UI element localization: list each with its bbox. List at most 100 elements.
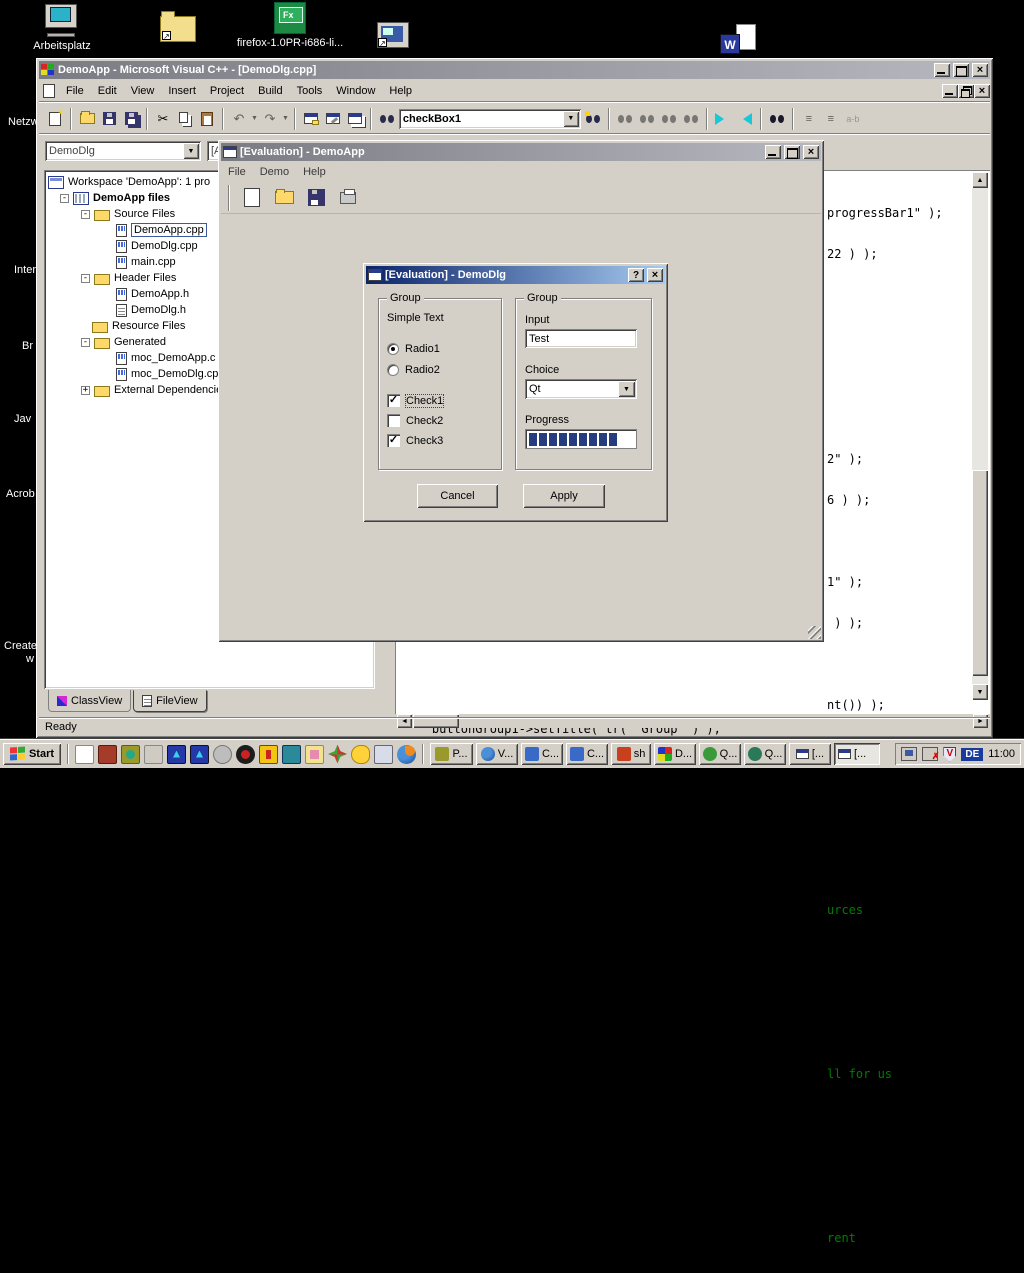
desktop-label-create2[interactable]: w (26, 653, 34, 665)
choice-combobox[interactable]: Qt ▼ (525, 379, 637, 399)
find-combo[interactable]: checkBox1 ▼ (399, 109, 581, 129)
checkbox-checked-icon[interactable]: ✓ (387, 434, 400, 447)
radio-on-icon[interactable] (387, 343, 399, 355)
taskbar-button-8[interactable]: Q... (744, 743, 786, 765)
copy-button[interactable] (175, 109, 195, 129)
checkbox-check3[interactable]: ✓ Check3 (387, 434, 443, 447)
checkbox-checked-icon[interactable]: ✓ (387, 394, 400, 407)
tab-fileview[interactable]: FileView (133, 690, 206, 712)
ab-compare-button[interactable]: a-b (843, 109, 863, 129)
desktop-label-create[interactable]: Create (4, 640, 37, 652)
apply-button[interactable]: Apply (523, 484, 605, 508)
eval-print-button[interactable] (335, 185, 361, 211)
outdent-button[interactable]: ≡ (821, 109, 841, 129)
class-combo-dropdown-button[interactable]: ▼ (183, 143, 199, 159)
ql-editor-icon[interactable] (75, 745, 94, 764)
desktop-label-java[interactable]: Jav (14, 413, 31, 425)
taskbar-button-1[interactable]: P... (430, 743, 473, 765)
collapse-icon[interactable]: - (81, 338, 90, 347)
help-button[interactable]: ? (628, 268, 644, 282)
radio-radio2[interactable]: Radio2 (387, 364, 440, 376)
eval-titlebar[interactable]: [Evaluation] - DemoApp × (221, 143, 821, 161)
vscroll-thumb[interactable] (972, 470, 988, 676)
offline-computer-icon[interactable]: ✗ (922, 747, 938, 761)
bookmark-button-4[interactable] (681, 109, 701, 129)
dialog-close-button[interactable]: × (647, 268, 663, 282)
eval-open-button[interactable] (271, 185, 297, 211)
taskbar-button-7[interactable]: Q... (699, 743, 741, 765)
eval-menu-file[interactable]: File (221, 164, 253, 180)
ql-clock-icon[interactable] (121, 745, 140, 764)
menu-window[interactable]: Window (329, 83, 382, 99)
search-wizard-button[interactable] (583, 109, 603, 129)
checkbox-check2[interactable]: Check2 (387, 414, 443, 427)
start-button[interactable]: Start (3, 743, 61, 765)
scroll-down-icon[interactable]: ▼ (972, 684, 988, 700)
next-reference-button[interactable] (713, 109, 733, 129)
desktop-icon-display[interactable]: ↗ (377, 22, 413, 54)
eval-maximize-button[interactable] (784, 145, 800, 159)
ql-wine-icon[interactable] (259, 745, 278, 764)
paste-button[interactable] (197, 109, 217, 129)
expand-icon[interactable]: + (81, 386, 90, 395)
output-pane-button[interactable] (323, 109, 343, 129)
minimize-button[interactable] (934, 63, 950, 77)
checkbox-check1[interactable]: ✓ Check1 (387, 394, 443, 407)
ql-ie-icon[interactable] (213, 745, 232, 764)
network-computers-icon[interactable] (901, 747, 917, 761)
ql-kde2-icon[interactable] (190, 745, 209, 764)
bookmark-button-1[interactable] (615, 109, 635, 129)
desktop-icon-folder[interactable]: ↗ (160, 16, 198, 48)
windows-cascade-button[interactable] (345, 109, 365, 129)
ql-paint-icon[interactable] (305, 745, 324, 764)
find-combo-dropdown-button[interactable]: ▼ (563, 111, 579, 127)
menu-build[interactable]: Build (251, 83, 289, 99)
close-button[interactable]: × (972, 63, 988, 77)
mdi-minimize-button[interactable] (942, 84, 958, 98)
redo-button[interactable]: ↷ (260, 109, 280, 129)
radio-off-icon[interactable] (387, 364, 399, 376)
vc-titlebar[interactable]: DemoApp - Microsoft Visual C++ - [DemoDl… (39, 61, 990, 79)
find-in-files-button[interactable] (767, 109, 787, 129)
desktop-icon-word-doc[interactable]: W (720, 24, 760, 58)
maximize-button[interactable] (953, 63, 969, 77)
menu-file[interactable]: File (59, 83, 91, 99)
ql-fish-icon[interactable] (351, 745, 370, 764)
taskbar-button-6[interactable]: D... (654, 743, 696, 765)
taskbar-button-4[interactable]: C... (566, 743, 608, 765)
bookmark-button-3[interactable] (659, 109, 679, 129)
ql-control-icon[interactable] (144, 745, 163, 764)
eval-menu-demo[interactable]: Demo (253, 164, 296, 180)
menu-tools[interactable]: Tools (290, 83, 330, 99)
eval-close-button[interactable]: × (803, 145, 819, 159)
ql-firefox-icon[interactable] (397, 745, 416, 764)
workspace-pane-button[interactable] (301, 109, 321, 129)
undo-button[interactable]: ↶ (229, 109, 249, 129)
keyboard-layout-badge[interactable]: DE (961, 748, 983, 761)
taskbar-button-2[interactable]: V... (476, 743, 518, 765)
taskbar-button-3[interactable]: C... (521, 743, 563, 765)
mdi-close-button[interactable]: × (974, 84, 990, 98)
menu-help[interactable]: Help (382, 83, 419, 99)
new-file-button[interactable] (45, 109, 65, 129)
ql-globe-icon[interactable] (236, 745, 255, 764)
collapse-icon[interactable]: - (60, 194, 69, 203)
desktop-icon-my-computer[interactable]: Arbeitsplatz (30, 4, 94, 52)
eval-minimize-button[interactable] (765, 145, 781, 159)
desktop-label-browser[interactable]: Br (22, 340, 33, 352)
collapse-icon[interactable]: - (81, 274, 90, 283)
desktop-icon-firefox-archive[interactable]: Fx firefox-1.0PR-i686-li... (230, 2, 350, 49)
mdi-restore-button[interactable] (958, 84, 974, 98)
menu-edit[interactable]: Edit (91, 83, 124, 99)
eval-new-button[interactable] (239, 185, 265, 211)
bookmark-button-2[interactable] (637, 109, 657, 129)
tray-clock[interactable]: 11:00 (988, 748, 1015, 760)
scroll-up-icon[interactable]: ▲ (972, 172, 988, 188)
redo-dropdown-icon[interactable]: ▼ (282, 114, 289, 124)
eval-menu-help[interactable]: Help (296, 164, 333, 180)
choice-dropdown-button[interactable]: ▼ (618, 381, 635, 397)
checkbox-unchecked-icon[interactable] (387, 414, 400, 427)
input-field[interactable] (525, 329, 637, 348)
save-button[interactable] (99, 109, 119, 129)
open-button[interactable] (77, 109, 97, 129)
